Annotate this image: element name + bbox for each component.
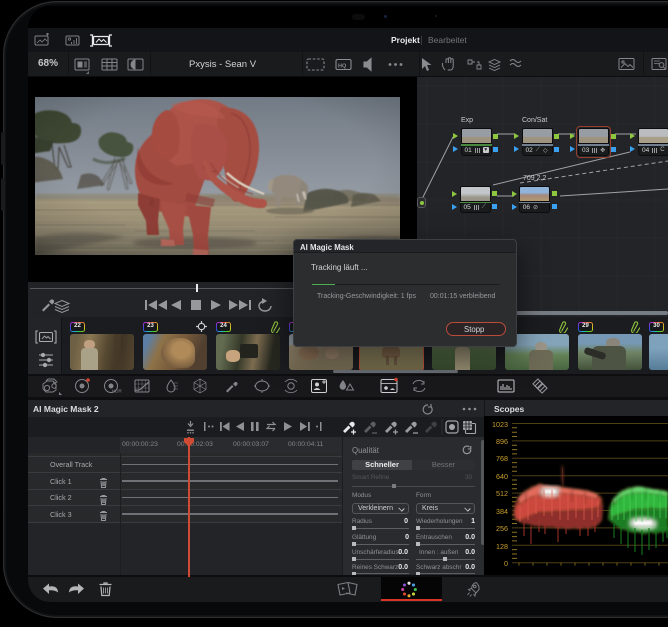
svg-text:HDR: HDR	[112, 389, 122, 394]
svg-text:HQ: HQ	[338, 64, 347, 70]
